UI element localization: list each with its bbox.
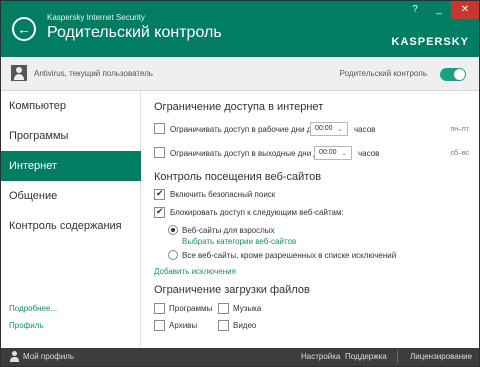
safe-search-checkbox[interactable] bbox=[154, 188, 165, 200]
weekdays-limit-checkbox[interactable] bbox=[154, 123, 165, 134]
weekend-days: сб–вс bbox=[450, 150, 469, 157]
app-name: Kaspersky Internet Security bbox=[47, 13, 145, 22]
user-icon bbox=[9, 351, 19, 362]
chevron-down-icon: ⌄ bbox=[337, 126, 343, 133]
profile-link[interactable]: Профиль bbox=[9, 321, 44, 330]
archives-checkbox[interactable] bbox=[154, 320, 165, 331]
footer: Мой профиль Настройка Поддержка Лицензир… bbox=[1, 348, 479, 366]
weekdays-days: пн–пт bbox=[450, 126, 469, 133]
toggle-knob bbox=[454, 69, 465, 80]
choose-categories-link[interactable]: Выбрать категории веб-сайтов bbox=[182, 237, 296, 246]
licensing-link[interactable]: Лицензирование bbox=[410, 352, 472, 361]
weekend-time-value: 00:00 bbox=[319, 149, 337, 156]
user-bar: Antivirus, текущий пользователь Родитель… bbox=[1, 57, 479, 91]
parental-control-toggle[interactable] bbox=[440, 68, 466, 81]
sidebar-item-communication[interactable]: Общение bbox=[1, 181, 141, 211]
add-exceptions-link[interactable]: Добавить исключения bbox=[154, 267, 236, 276]
header: ← Kaspersky Internet Security Родительск… bbox=[1, 1, 479, 57]
music-checkbox[interactable] bbox=[218, 303, 229, 314]
weekdays-time-select[interactable]: 00:00 ⌄ bbox=[310, 122, 348, 136]
back-button[interactable]: ← bbox=[12, 17, 36, 41]
archives-label: Архивы bbox=[169, 321, 198, 330]
adult-sites-label: Веб-сайты для взрослых bbox=[182, 226, 275, 235]
chevron-down-icon: ⌄ bbox=[341, 150, 347, 157]
app-window: ← Kaspersky Internet Security Родительск… bbox=[0, 0, 480, 367]
web-control-title: Контроль посещения веб-сайтов bbox=[154, 171, 322, 183]
sidebar-item-internet[interactable]: Интернет bbox=[1, 151, 141, 181]
weekdays-unit: часов bbox=[354, 125, 376, 134]
downloads-title: Ограничение загрузки файлов bbox=[154, 284, 310, 296]
user-avatar-icon bbox=[11, 65, 27, 81]
block-sites-checkbox[interactable] bbox=[154, 206, 165, 218]
block-sites-label: Блокировать доступ к следующим веб-сайта… bbox=[170, 208, 344, 217]
main-content: Ограничение доступа в интернет Ограничив… bbox=[142, 91, 479, 348]
music-label: Музыка bbox=[233, 304, 262, 313]
internet-access-title: Ограничение доступа в интернет bbox=[154, 101, 324, 113]
sidebar-item-content-control[interactable]: Контроль содержания bbox=[1, 211, 141, 241]
parental-control-label: Родительский контроль bbox=[339, 69, 427, 78]
brand-logo: KASPERSKY bbox=[391, 36, 469, 48]
weekend-time-select[interactable]: 00:00 ⌄ bbox=[314, 146, 352, 160]
video-checkbox[interactable] bbox=[218, 320, 229, 331]
safe-search-label: Включить безопасный поиск bbox=[170, 190, 276, 199]
programs-checkbox[interactable] bbox=[154, 303, 165, 314]
close-button[interactable]: ✕ bbox=[451, 1, 479, 19]
weekdays-time-value: 00:00 bbox=[315, 125, 333, 132]
help-button[interactable]: ? bbox=[403, 1, 427, 19]
weekdays-limit-label: Ограничивать доступ в рабочие дни до bbox=[170, 125, 316, 134]
current-user-label: Antivirus, текущий пользователь bbox=[34, 69, 153, 78]
minimize-button[interactable]: _ bbox=[427, 1, 451, 19]
weekend-unit: часов bbox=[358, 149, 380, 158]
all-except-label: Все веб-сайты, кроме разрешенных в списк… bbox=[182, 251, 397, 260]
sidebar: Компьютер Программы Интернет Общение Кон… bbox=[1, 91, 141, 348]
page-title: Родительский контроль bbox=[47, 24, 222, 41]
adult-sites-radio[interactable] bbox=[168, 225, 178, 235]
programs-label: Программы bbox=[169, 304, 213, 313]
video-label: Видео bbox=[233, 321, 257, 330]
sidebar-item-computer[interactable]: Компьютер bbox=[1, 91, 141, 121]
all-except-radio[interactable] bbox=[168, 250, 178, 260]
settings-link[interactable]: Настройка bbox=[301, 352, 340, 361]
window-controls: ? _ ✕ bbox=[403, 1, 479, 19]
sidebar-item-programs[interactable]: Программы bbox=[1, 121, 141, 151]
my-profile-link[interactable]: Мой профиль bbox=[23, 352, 74, 361]
more-link[interactable]: Подробнее... bbox=[9, 304, 57, 313]
weekend-limit-label: Ограничивать доступ в выходные дни до bbox=[170, 149, 323, 158]
weekend-limit-checkbox[interactable] bbox=[154, 147, 165, 158]
footer-divider bbox=[397, 350, 398, 363]
support-link[interactable]: Поддержка bbox=[345, 352, 387, 361]
